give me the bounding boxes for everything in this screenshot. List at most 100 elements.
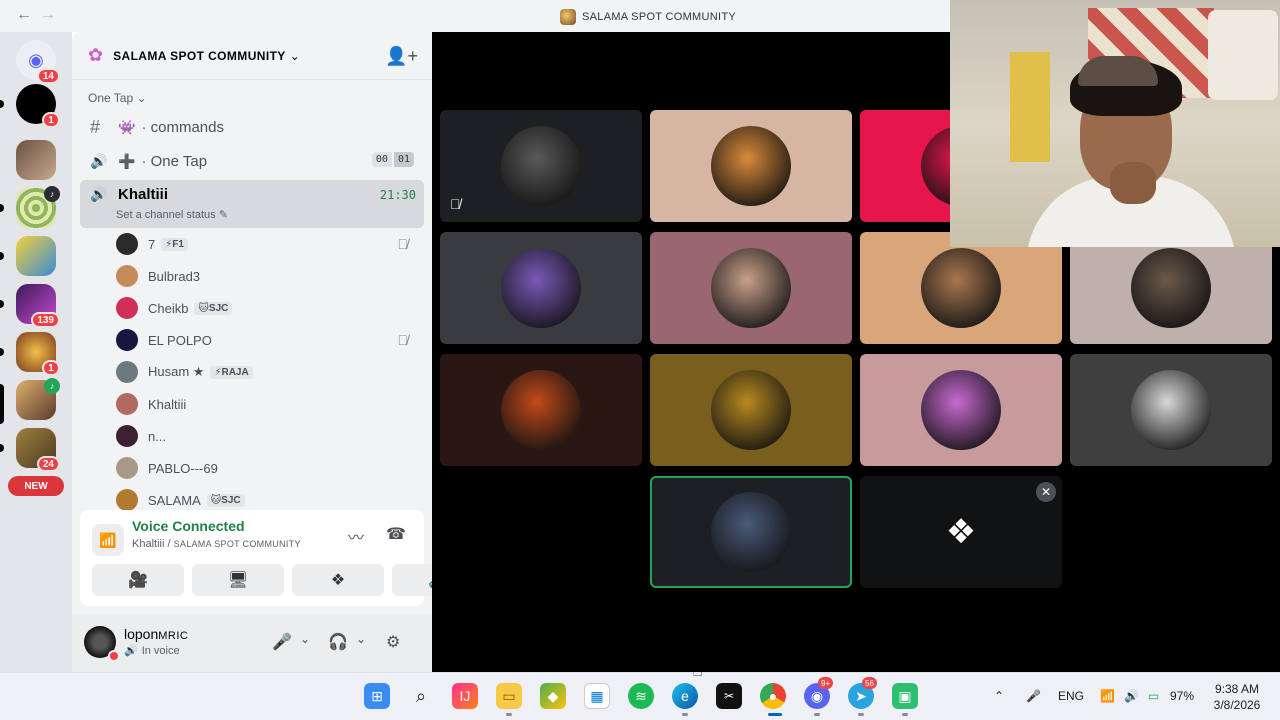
participant-tile[interactable]: 🎙̸: [440, 110, 642, 222]
jetbrains-icon[interactable]: IJ: [452, 683, 478, 709]
headphones-icon[interactable]: 🎧: [328, 632, 348, 652]
participant-tile[interactable]: [440, 232, 642, 344]
webcam-overlay[interactable]: [950, 0, 1280, 247]
close-icon[interactable]: ✕: [1036, 482, 1056, 502]
battery-icon[interactable]: ▭: [1148, 689, 1159, 703]
muted-microphone-icon: 🎙̸: [397, 332, 409, 348]
member-name: PABLO---69: [148, 460, 218, 476]
unread-pill: [0, 348, 4, 356]
chevron-down-icon[interactable]: ⌄: [356, 632, 366, 646]
forward-arrow-icon[interactable]: →: [40, 6, 56, 24]
capcut-icon[interactable]: ✂: [716, 683, 742, 709]
bluestacks-icon[interactable]: ◆: [540, 683, 566, 709]
channel-name: · One Tap: [141, 152, 208, 170]
volume-icon[interactable]: 🔊: [1124, 689, 1139, 703]
store-icon[interactable]: ▦: [584, 683, 610, 709]
voice-member[interactable]: SALAMA 🐱SJC: [116, 488, 416, 512]
clock-time: 9:38 AM: [1214, 682, 1260, 696]
running-indicator: [506, 713, 512, 716]
wifi-icon[interactable]: 📶: [1100, 689, 1115, 703]
microphone-in-use-icon[interactable]: 🎤: [1026, 689, 1041, 703]
invite-people-icon[interactable]: 👤+: [385, 46, 418, 67]
discord-notification-badge: 9+: [818, 677, 834, 689]
voice-member[interactable]: Cheikb 🐱SJC: [116, 296, 416, 320]
voice-member[interactable]: PABLO---69: [116, 456, 416, 480]
spotify-icon[interactable]: ≋: [628, 683, 654, 709]
set-channel-status[interactable]: Set a channel status ✎: [116, 208, 228, 221]
language-indicator[interactable]: ENG: [1058, 689, 1084, 703]
channel-one-tap[interactable]: 🔊 ➕ · One Tap 00 01: [80, 146, 424, 176]
voice-member[interactable]: Bulbrad3: [116, 264, 416, 288]
participant-tile[interactable]: [650, 110, 852, 222]
username[interactable]: loponMRIC: [124, 626, 188, 642]
voice-connected-title[interactable]: Voice Connected: [132, 518, 245, 534]
signal-icon[interactable]: 📶: [92, 524, 124, 556]
user-status-text: In voice: [141, 645, 180, 657]
screen-share-button[interactable]: 🖥: [192, 564, 284, 596]
direct-messages-button[interactable]: ◉ 14: [16, 40, 60, 84]
username-text: lopon: [124, 626, 159, 642]
server-badge-1: 1: [42, 112, 60, 128]
server-icon-6[interactable]: 1: [16, 332, 60, 376]
chevron-up-icon[interactable]: ⌃: [994, 689, 1004, 703]
participant-tile[interactable]: [860, 232, 1062, 344]
server-icon-3[interactable]: ♪: [16, 186, 60, 228]
voice-member[interactable]: Khaltiii: [116, 392, 416, 416]
voice-member[interactable]: Husam ★ ⚡RAJA: [116, 360, 416, 384]
channel-category[interactable]: One Tap ⌄: [88, 91, 147, 105]
chrome-icon[interactable]: ●: [760, 683, 786, 709]
back-arrow-icon[interactable]: ←: [16, 6, 32, 24]
category-label: One Tap: [88, 91, 134, 105]
clock[interactable]: 9:38 AM 3/8/2026: [1208, 681, 1266, 713]
avatar: [116, 489, 138, 511]
noise-suppression-icon[interactable]: 〰: [348, 524, 364, 548]
server-name: SALAMA SPOT COMMUNITY: [113, 48, 286, 63]
unread-pill: [0, 444, 4, 452]
gear-icon[interactable]: ⚙: [386, 632, 400, 652]
activities-button[interactable]: ❖: [292, 564, 384, 596]
server-icon-1[interactable]: 1: [16, 84, 60, 128]
windows-start-icon[interactable]: ⊞: [364, 683, 390, 709]
camera-off-button[interactable]: 🎥: [92, 564, 184, 596]
voice-channel-icon: 🔊: [90, 152, 108, 169]
disconnect-icon[interactable]: ☎: [386, 524, 406, 544]
microphone-icon[interactable]: 🎤: [272, 632, 292, 652]
member-name: Husam ★: [148, 364, 205, 379]
voice-channel-active-icon: 🔊: [90, 186, 108, 202]
participant-tile[interactable]: [860, 354, 1062, 466]
new-servers-badge[interactable]: NEW: [8, 476, 64, 496]
server-header[interactable]: ✿ SALAMA SPOT COMMUNITY ⌄ 👤+: [72, 32, 432, 80]
participant-tile[interactable]: [440, 354, 642, 466]
chevron-down-icon[interactable]: ⌄: [300, 632, 310, 646]
server-icon-5[interactable]: 139: [16, 284, 60, 328]
voice-member[interactable]: 7 ⚡F1 🎙̸: [116, 232, 416, 256]
android-app-icon[interactable]: ▣: [892, 683, 918, 709]
server-icon-7[interactable]: ♪: [16, 378, 60, 420]
server-icon-4[interactable]: [16, 236, 56, 276]
hanging-shirt: [1208, 10, 1278, 100]
file-explorer-icon[interactable]: ▭: [496, 683, 522, 709]
server-icon-8[interactable]: 24: [16, 428, 60, 472]
participant-tile[interactable]: [650, 354, 852, 466]
search-icon[interactable]: ⌕: [408, 683, 434, 709]
participant-tile[interactable]: [1070, 232, 1272, 344]
server-icon-2[interactable]: [16, 140, 56, 180]
participant-tile[interactable]: [650, 476, 852, 588]
activity-tile[interactable]: ❖: [860, 476, 1062, 588]
voice-member[interactable]: n...: [116, 424, 416, 448]
channel-commands[interactable]: # 👾 · commands: [80, 112, 424, 142]
avatar: [501, 370, 581, 450]
voice-location[interactable]: Khaltiii / SALAMA SPOT COMMUNITY: [132, 538, 301, 550]
window-title: SALAMA SPOT COMMUNITY: [560, 9, 736, 25]
participant-tile[interactable]: [1070, 354, 1272, 466]
participant-tile[interactable]: [650, 232, 852, 344]
server-badge-8: 24: [36, 456, 60, 472]
member-name: EL POLPO: [148, 332, 212, 348]
voice-member[interactable]: EL POLPO 🎙̸: [116, 328, 416, 352]
voice-connected-panel: 📶 Voice Connected Khaltiii / SALAMA SPOT…: [80, 510, 484, 606]
unread-pill: [0, 100, 4, 108]
channel-khaltiii[interactable]: 🔊 Khaltiii 21:30 Set a channel status ✎: [80, 180, 424, 228]
running-indicator: [682, 713, 688, 716]
edge-icon[interactable]: e: [672, 683, 698, 709]
chevron-down-icon: ⌄: [289, 48, 300, 63]
